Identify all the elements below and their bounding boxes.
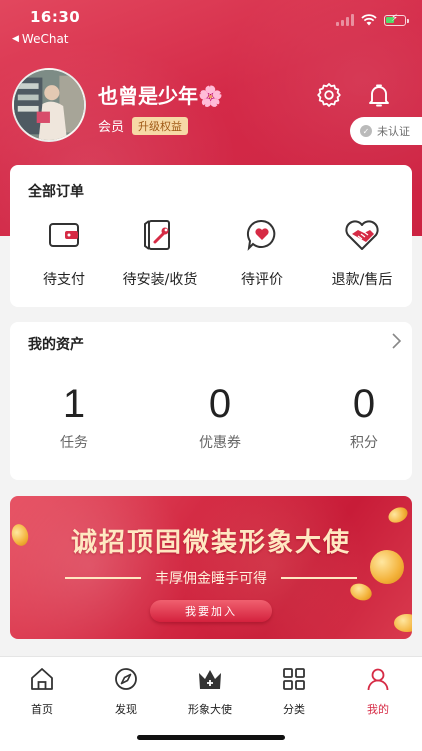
asset-tasks[interactable]: 1 任务: [14, 380, 134, 452]
banner-subtitle-row: 丰厚佣金睡手可得: [10, 568, 412, 588]
divider: [65, 577, 141, 579]
verify-status[interactable]: ✓ 未认证: [350, 117, 422, 145]
ambassador-banner[interactable]: 诚招顶固微装形象大使 丰厚佣金睡手可得 我要加入: [10, 496, 412, 639]
orders-title[interactable]: 全部订单: [28, 181, 84, 201]
settings-button[interactable]: [314, 80, 344, 110]
chevron-right-icon[interactable]: [390, 332, 402, 355]
verify-label: 未认证: [377, 125, 410, 138]
battery-icon: ⚡: [384, 13, 409, 26]
tab-label: 首页: [31, 703, 53, 716]
tab-mine[interactable]: 我的: [336, 665, 420, 717]
back-app-label: WeChat: [21, 32, 69, 46]
compass-icon: [115, 668, 137, 690]
asset-coupons[interactable]: 0 优惠券: [160, 380, 280, 452]
gold-coin-icon: [394, 614, 412, 632]
heart-bubble-icon: [246, 219, 276, 251]
divider: [281, 577, 357, 579]
tab-categories[interactable]: 分类: [252, 665, 336, 717]
asset-points[interactable]: 0 积分: [304, 380, 422, 452]
bell-icon: [369, 84, 389, 107]
asset-label: 积分: [350, 435, 378, 451]
asset-value: 0: [352, 382, 376, 426]
banner-title: 诚招顶固微装形象大使: [70, 528, 351, 558]
join-button[interactable]: 我要加入: [150, 600, 272, 622]
verify-shield-icon: ✓: [360, 125, 372, 137]
order-pending-payment[interactable]: 待支付: [14, 215, 114, 289]
door-wrench-icon: [144, 220, 170, 250]
order-label: 待安装/收货: [122, 272, 198, 288]
tab-label: 形象大使: [188, 703, 232, 716]
banner-subtitle: 丰厚佣金睡手可得: [155, 571, 267, 587]
avatar[interactable]: [12, 68, 86, 142]
username: 也曾是少年🌸: [98, 84, 223, 108]
wallet-icon: [49, 223, 79, 247]
notifications-button[interactable]: [364, 80, 394, 110]
asset-value: 0: [208, 382, 232, 426]
assets-card: 我的资产 1 任务 0 优惠券 0 积分: [10, 322, 412, 480]
grid-icon: [283, 668, 305, 690]
assets-title[interactable]: 我的资产: [28, 334, 84, 354]
status-indicators: ⚡: [336, 13, 409, 26]
tab-discover[interactable]: 发现: [84, 665, 168, 717]
back-triangle-icon: ◀: [12, 34, 19, 44]
order-refund-aftersales[interactable]: 退款/售后: [312, 215, 412, 289]
home-icon: [31, 668, 53, 690]
member-row: 会员 升级权益: [98, 116, 189, 135]
tab-label: 发现: [115, 703, 137, 716]
tab-home[interactable]: 首页: [0, 665, 84, 717]
asset-label: 任务: [60, 435, 88, 451]
wifi-icon: [361, 14, 377, 26]
order-label: 退款/售后: [331, 272, 393, 288]
upgrade-badge[interactable]: 升级权益: [132, 116, 189, 135]
order-pending-review[interactable]: 待评价: [212, 215, 312, 289]
handshake-heart-icon: [345, 220, 379, 250]
gear-icon: [317, 83, 341, 107]
back-to-wechat[interactable]: ◀ WeChat: [12, 32, 69, 46]
asset-label: 优惠券: [199, 435, 241, 451]
signal-icon: [336, 14, 354, 26]
status-time: 16:30: [30, 8, 81, 26]
asset-value: 1: [62, 382, 86, 426]
order-label: 待评价: [241, 272, 283, 288]
user-icon: [367, 668, 389, 691]
tab-ambassador[interactable]: 形象大使: [168, 665, 252, 717]
home-indicator[interactable]: [137, 735, 285, 740]
avatar-photo: [14, 70, 84, 140]
tab-label: 分类: [283, 703, 305, 716]
orders-card: 全部订单 待支付 待安装/收货 待评价 退款/售后: [10, 165, 412, 307]
member-label: 会员: [98, 120, 125, 135]
tab-label: 我的: [367, 703, 389, 716]
order-pending-install[interactable]: 待安装/收货: [110, 215, 210, 289]
crown-icon: [199, 670, 221, 689]
order-label: 待支付: [43, 272, 85, 288]
